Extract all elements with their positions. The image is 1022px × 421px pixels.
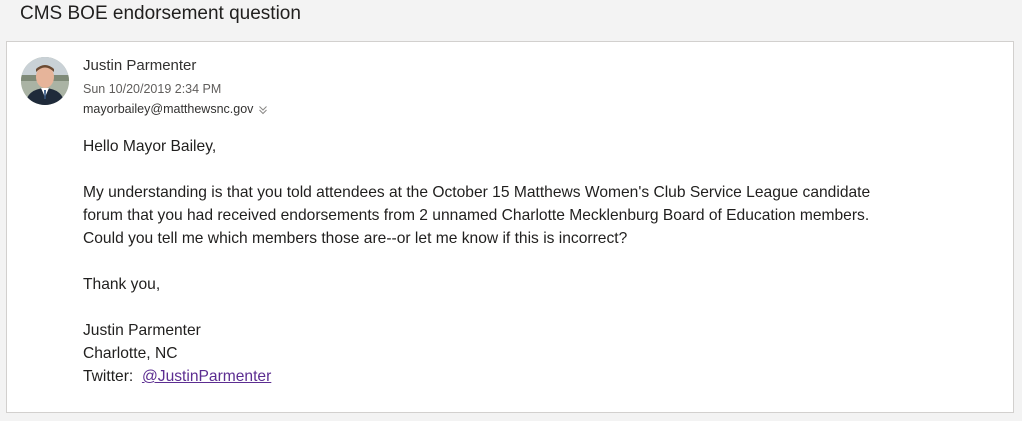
chevron-double-down-icon[interactable] — [257, 103, 269, 115]
twitter-label: Twitter: — [83, 368, 134, 385]
signature-name: Justin Parmenter — [83, 322, 201, 339]
twitter-handle-link[interactable]: @JustinParmenter — [142, 368, 271, 385]
body-line: Could you tell me which members those ar… — [83, 230, 628, 247]
sender-name[interactable]: Justin Parmenter — [83, 57, 196, 74]
message-card: Justin Parmenter Sun 10/20/2019 2:34 PM … — [6, 41, 1014, 413]
message-timestamp: Sun 10/20/2019 2:34 PM — [83, 82, 222, 96]
recipient-address[interactable]: mayorbailey@matthewsnc.gov — [83, 102, 253, 116]
email-subject: CMS BOE endorsement question — [20, 3, 301, 24]
signature-twitter: Twitter: @JustinParmenter — [83, 365, 1003, 388]
sender-avatar[interactable] — [21, 57, 69, 105]
greeting: Hello Mayor Bailey, — [83, 138, 217, 155]
closing: Thank you, — [83, 276, 161, 293]
avatar-photo — [21, 57, 69, 105]
signature-location: Charlotte, NC — [83, 345, 178, 362]
body-line: My understanding is that you told attend… — [83, 184, 871, 201]
subject-bar: CMS BOE endorsement question — [0, 0, 1022, 36]
message-body: Hello Mayor Bailey, My understanding is … — [83, 135, 1003, 388]
body-line: forum that you had received endorsements… — [83, 207, 870, 224]
recipient-row: mayorbailey@matthewsnc.gov — [83, 102, 269, 116]
